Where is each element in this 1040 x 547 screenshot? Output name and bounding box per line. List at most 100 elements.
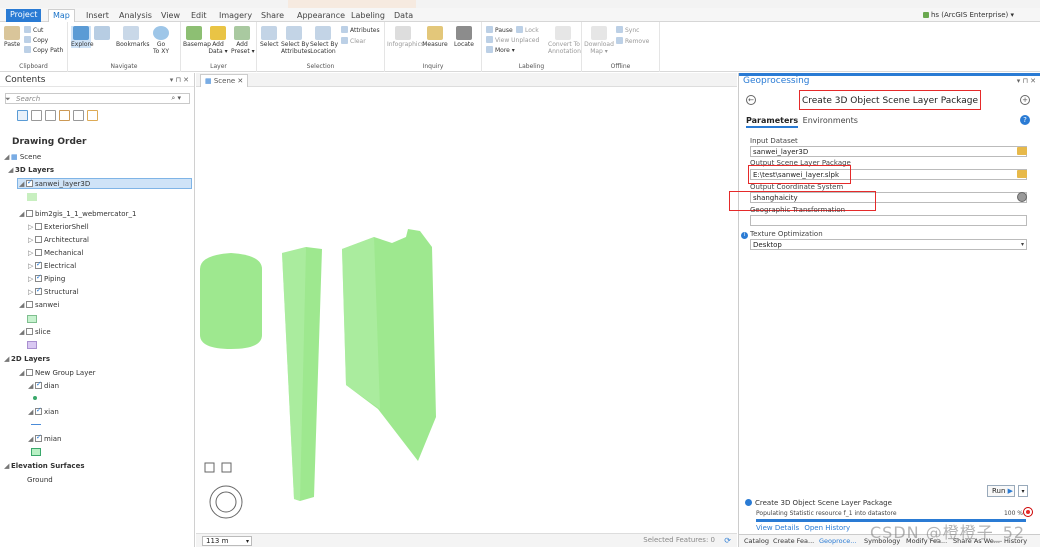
attributes-button[interactable]: Attributes (341, 26, 380, 34)
tree-new-group-layer[interactable]: ◢ New Group Layer (19, 369, 96, 377)
infographics-button[interactable]: Infographics (387, 26, 424, 48)
tab-appearance[interactable]: Appearance (293, 10, 349, 22)
tab-edit[interactable]: Edit (187, 10, 211, 22)
list-by-selection-icon[interactable] (45, 110, 56, 121)
cut-button[interactable]: Cut (24, 26, 43, 34)
layer-checkbox[interactable] (35, 249, 42, 256)
tree-bim-group[interactable]: ◢ bim2gis_1_1_webmercator_1 (19, 210, 136, 218)
tree-scene[interactable]: ◢ ▦ Scene (4, 153, 41, 161)
info-icon[interactable]: i (741, 232, 748, 239)
open-history-link[interactable]: Open History (804, 524, 850, 532)
tree-architectural[interactable]: ▷ Architectural (28, 236, 89, 244)
sync-button[interactable]: Sync (616, 26, 639, 34)
layer-checkbox[interactable] (26, 301, 33, 308)
tree-mian[interactable]: ◢mian (28, 433, 62, 443)
tree-slice[interactable]: ◢ slice (19, 328, 51, 336)
remove-button[interactable]: Remove (616, 37, 649, 45)
list-by-drawing-order-icon[interactable] (17, 110, 28, 121)
tab-analysis[interactable]: Analysis (115, 10, 156, 22)
tree-electrical[interactable]: ▷Electrical (28, 260, 76, 270)
symbol-swatch[interactable] (27, 341, 37, 349)
pause-button[interactable]: Pause (486, 26, 513, 34)
tree-ground[interactable]: Ground (27, 476, 53, 484)
tab-data[interactable]: Data (390, 10, 417, 22)
scene-view[interactable] (196, 87, 737, 533)
layer-checkbox[interactable] (26, 369, 33, 376)
lock-button[interactable]: Lock (516, 26, 539, 34)
explore-button[interactable]: Explore (71, 26, 94, 48)
view-details-link[interactable]: View Details (756, 524, 799, 532)
selected-features-count[interactable]: Selected Features: 0 (643, 536, 715, 544)
layer-checkbox[interactable] (35, 273, 42, 282)
user-account[interactable]: hs (ArcGIS Enterprise) ▾ (922, 11, 1014, 19)
copy-button[interactable]: Copy (24, 36, 48, 44)
tab-catalog[interactable]: Catalog (744, 537, 769, 545)
copy-path-button[interactable]: Copy Path (24, 46, 63, 54)
add-data-button[interactable]: Add Data ▾ (208, 26, 228, 55)
layer-checkbox[interactable] (35, 236, 42, 243)
cancel-job-icon[interactable] (1023, 507, 1033, 517)
search-icon[interactable]: ⌕ ▾ (171, 94, 181, 103)
tree-xian[interactable]: ◢xian (28, 406, 59, 416)
tree-dian[interactable]: ◢dian (28, 380, 59, 390)
layer-checkbox[interactable] (35, 433, 42, 442)
locate-button[interactable]: Locate (451, 26, 477, 48)
tab-environments[interactable]: Environments (803, 116, 858, 125)
run-options-dropdown[interactable]: ▾ (1018, 485, 1028, 497)
tab-map[interactable]: Map (48, 9, 75, 23)
line-symbol-icon[interactable] (31, 424, 41, 425)
layer-checkbox[interactable] (35, 286, 42, 295)
list-by-source-icon[interactable] (31, 110, 42, 121)
layer-checkbox[interactable] (35, 260, 42, 269)
tree-exteriorshell[interactable]: ▷ ExteriorShell (28, 223, 89, 231)
add-preset-button[interactable]: Add Preset ▾ (231, 26, 255, 55)
layer-checkbox[interactable] (26, 178, 33, 187)
tab-scene[interactable]: ▦ Scene ✕ (200, 74, 249, 87)
tab-share[interactable]: Share (257, 10, 288, 22)
symbol-swatch[interactable] (27, 193, 37, 201)
tree-piping[interactable]: ▷Piping (28, 273, 65, 283)
select-by-attributes-button[interactable]: Select By Attributes (281, 26, 311, 55)
list-by-snapping-icon[interactable] (73, 110, 84, 121)
job-entry[interactable]: Create 3D Object Scene Layer Package (745, 499, 892, 507)
pane-controls[interactable]: ▾ ⊓ ✕ (1017, 77, 1036, 85)
geographic-transformation-field[interactable] (750, 215, 1027, 226)
chevron-down-icon[interactable]: ▾ (1021, 240, 1024, 250)
view-unplaced-button[interactable]: View Unplaced (486, 36, 539, 44)
add-icon[interactable]: + (1020, 95, 1030, 105)
layer-checkbox[interactable] (35, 223, 42, 230)
tree-2d-layers[interactable]: ◢ 2D Layers (4, 355, 50, 363)
texture-optimization-select[interactable]: Desktop ▾ (750, 239, 1027, 250)
point-symbol-icon[interactable] (33, 396, 37, 400)
go-to-xy-button[interactable]: Go To XY (150, 26, 172, 55)
tab-insert[interactable]: Insert (82, 10, 113, 22)
select-button[interactable]: Select (260, 26, 279, 48)
tree-elevation-surfaces[interactable]: ◢ Elevation Surfaces (4, 462, 85, 470)
symbol-swatch[interactable] (27, 315, 37, 323)
layer-checkbox[interactable] (35, 380, 42, 389)
convert-to-annotation-button[interactable]: Convert To Annotation (548, 26, 581, 55)
list-by-labeling-icon[interactable] (87, 110, 98, 121)
symbol-swatch[interactable] (31, 448, 41, 456)
help-icon[interactable]: ? (1020, 115, 1030, 125)
tab-create-features[interactable]: Create Fea... (773, 537, 814, 545)
scale-input[interactable]: 113 m ▾ (202, 536, 252, 546)
tab-project[interactable]: Project (6, 9, 42, 22)
folder-icon[interactable] (1017, 147, 1027, 155)
paste-button[interactable]: Paste (4, 26, 20, 48)
select-by-location-button[interactable]: Select By Location (310, 26, 338, 55)
tab-labeling[interactable]: Labeling (347, 10, 389, 22)
run-button[interactable]: Run ▶ (987, 485, 1015, 497)
tab-imagery[interactable]: Imagery (215, 10, 256, 22)
tree-structural[interactable]: ▷Structural (28, 286, 79, 296)
input-dataset-field[interactable]: sanwei_layer3D▾ (750, 146, 1027, 157)
tree-3d-layers[interactable]: ◢ 3D Layers (8, 166, 54, 174)
navigate-tools[interactable] (94, 26, 110, 41)
bookmarks-button[interactable]: Bookmarks (116, 26, 150, 48)
back-icon[interactable]: ← (746, 95, 756, 105)
tree-sanwei-layer3d[interactable]: ◢sanwei_layer3D (19, 178, 90, 188)
list-by-editing-icon[interactable] (59, 110, 70, 121)
globe-icon[interactable] (1017, 192, 1027, 202)
tree-sanwei[interactable]: ◢ sanwei (19, 301, 59, 309)
folder-icon[interactable] (1017, 170, 1027, 178)
